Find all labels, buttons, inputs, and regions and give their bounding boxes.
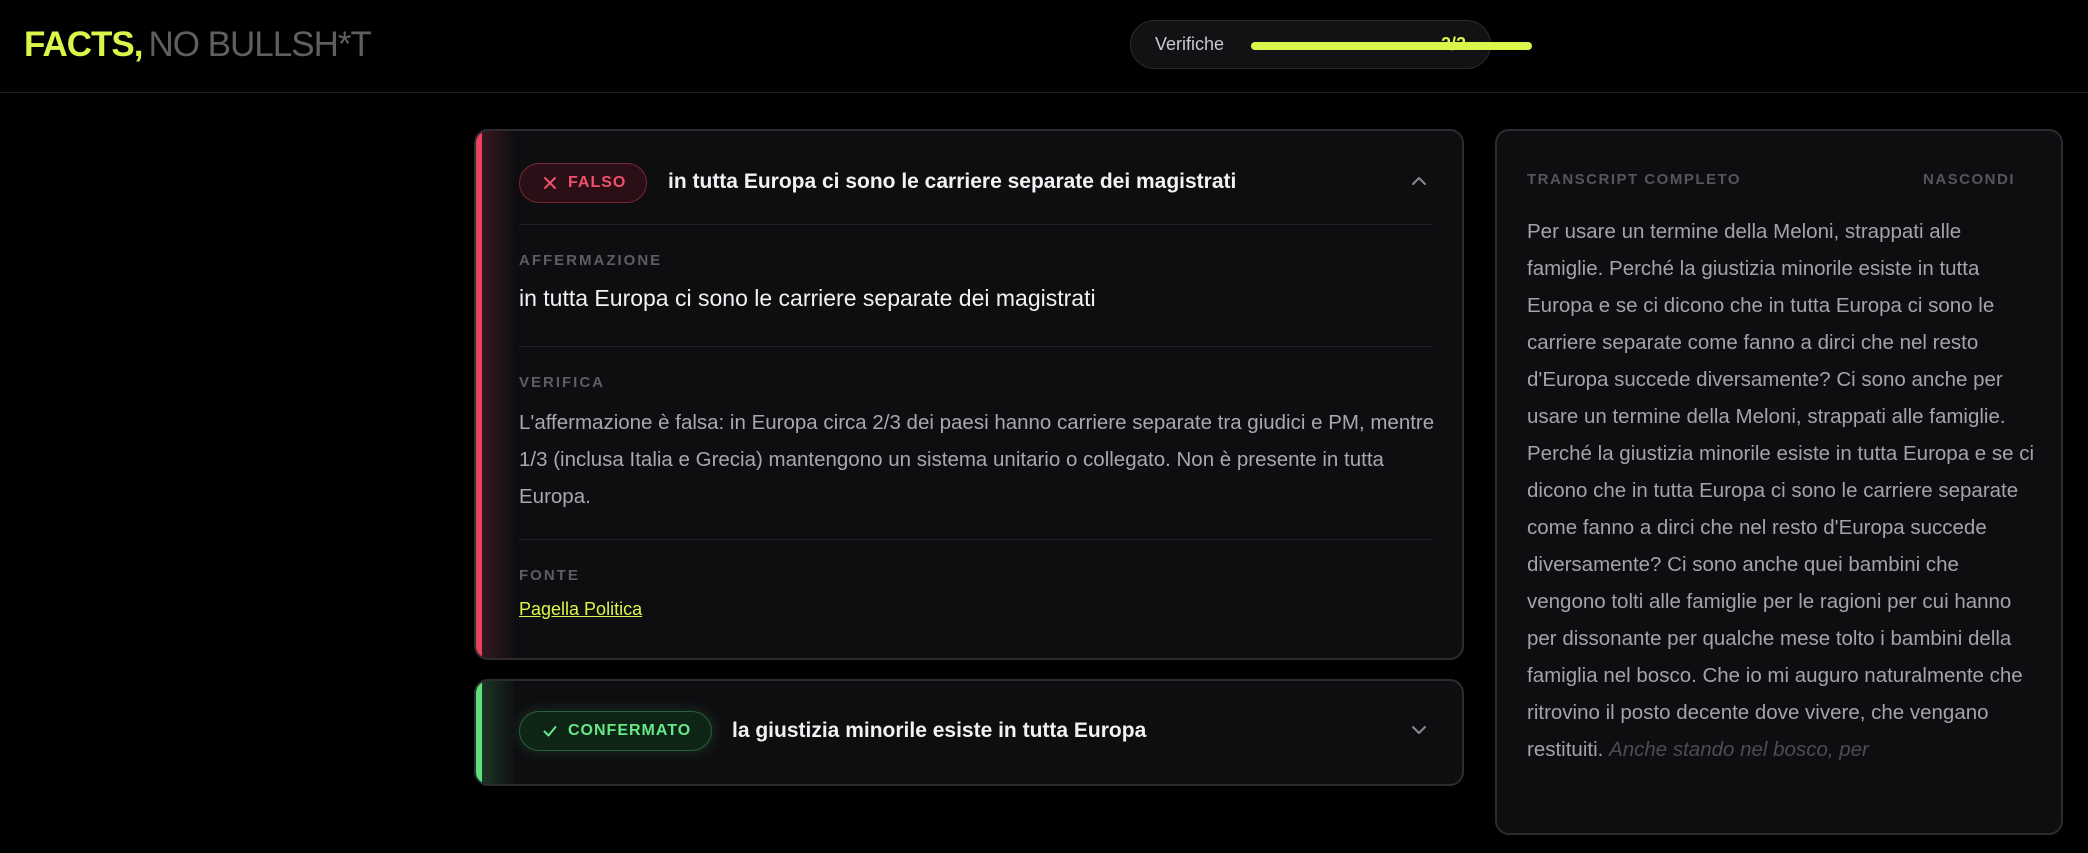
transcript-final-text: Per usare un termine della Meloni, strap…	[1527, 220, 2035, 761]
fact-card-false: FALSO in tutta Europa ci sono le carrier…	[474, 129, 1464, 660]
transcript-text: Per usare un termine della Meloni, strap…	[1527, 213, 2037, 768]
card-title[interactable]: la giustizia minorile esiste in tutta Eu…	[732, 717, 1146, 745]
transcript-live-text: Anche stando nel bosco, per	[1609, 738, 1869, 761]
verdict-label: CONFERMATO	[568, 722, 692, 739]
top-bar: FACTS, NO BULLSH*T Verifiche 2/2	[0, 0, 2088, 93]
check-icon	[543, 726, 557, 737]
source-link[interactable]: Pagella Politica	[519, 599, 642, 620]
verdict-stripe	[476, 131, 482, 658]
divider	[519, 346, 1432, 347]
card-title[interactable]: in tutta Europa ci sono le carriere sepa…	[668, 168, 1236, 196]
divider	[519, 539, 1432, 540]
verdict-label: FALSO	[568, 174, 627, 191]
fact-card-confirmed[interactable]: CONFERMATO la giustizia minorile esiste …	[474, 679, 1464, 786]
progress-fill	[1251, 42, 1532, 50]
card-glow	[476, 681, 516, 784]
claim-section-label: AFFERMAZIONE	[519, 252, 663, 269]
divider	[519, 224, 1432, 225]
verification-section-label: VERIFICA	[519, 374, 606, 391]
verdict-badge-confirmed: CONFERMATO	[519, 711, 713, 751]
verdict-badge-false: FALSO	[519, 163, 648, 203]
logo-primary: FACTS,	[24, 25, 143, 64]
progress-label: Verifiche	[1155, 34, 1225, 54]
progress-count: 2/2	[1440, 34, 1466, 54]
hide-transcript-button[interactable]: NASCONDI	[1923, 171, 2015, 188]
app-logo: FACTS, NO BULLSH*T	[24, 22, 372, 68]
progress-track	[1251, 42, 1532, 50]
verification-progress: Verifiche 2/2	[1130, 20, 1532, 69]
chevron-up-icon[interactable]	[1408, 170, 1430, 192]
logo-secondary: NO BULLSH*T	[148, 25, 371, 64]
card-glow	[476, 131, 516, 658]
claim-text: in tutta Europa ci sono le carriere sepa…	[519, 285, 1096, 311]
verification-text: L'affermazione è falsa: in Europa circa …	[519, 411, 1435, 508]
transcript-title: TRANSCRIPT COMPLETO	[1527, 171, 1742, 188]
source-section-label: FONTE	[519, 567, 580, 584]
chevron-down-icon[interactable]	[1408, 719, 1430, 741]
verdict-stripe	[476, 681, 482, 784]
transcript-panel: TRANSCRIPT COMPLETO NASCONDI Per usare u…	[1495, 129, 2063, 835]
x-icon	[544, 177, 556, 189]
